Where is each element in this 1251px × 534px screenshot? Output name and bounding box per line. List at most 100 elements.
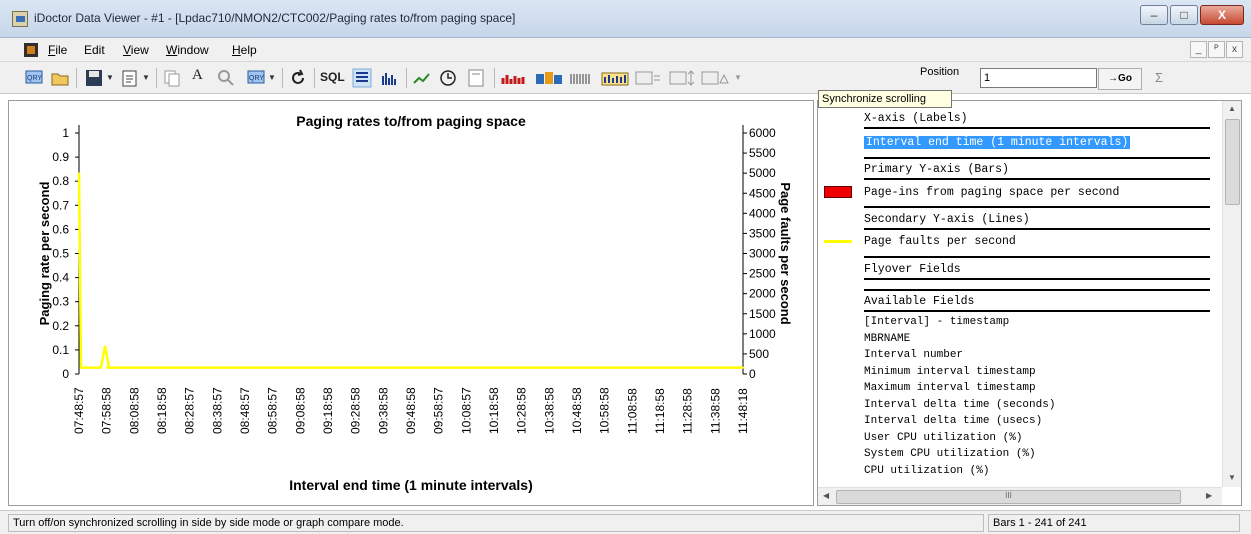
x-tick-label: 08:08:58 (127, 387, 141, 434)
available-field-item[interactable]: Interval number (864, 349, 963, 361)
line-point (603, 366, 606, 369)
save-icon[interactable] (84, 68, 104, 88)
status-message: Turn off/on synchronized scrolling in si… (8, 514, 984, 532)
details-icon[interactable] (466, 68, 486, 88)
x-tick-label: 09:48:58 (404, 387, 418, 434)
query-edit-icon[interactable]: QRY (246, 68, 266, 88)
available-field-item[interactable]: User CPU utilization (%) (864, 432, 1022, 444)
menu-edit[interactable]: Edit (84, 43, 105, 57)
y2-tick-label: 3000 (749, 247, 776, 261)
thin-bar-icon[interactable] (568, 68, 596, 88)
menu-file[interactable]: File (48, 43, 67, 57)
mdi-close-button[interactable]: x (1226, 41, 1243, 58)
x-tick-label: 08:38:57 (210, 387, 224, 434)
copy-icon[interactable] (162, 68, 182, 88)
xaxis-field[interactable]: Interval end time (1 minute intervals) (864, 136, 1131, 149)
sync-scroll-icon[interactable] (668, 68, 698, 88)
available-field-item[interactable]: Maximum interval timestamp (864, 382, 1036, 394)
query-icon[interactable]: QRY (24, 68, 44, 88)
line-point (188, 366, 191, 369)
delta-graph-icon[interactable] (700, 68, 730, 88)
clock-icon[interactable] (438, 68, 458, 88)
y2-tick-label: 2500 (749, 267, 776, 281)
scroll-up-icon[interactable]: ▲ (1228, 104, 1236, 113)
x-tick-label: 08:28:57 (183, 387, 197, 434)
y-tick-label: 0.3 (52, 295, 69, 309)
sum-button[interactable]: Σ (1144, 68, 1174, 90)
y2-tick-label: 4000 (749, 206, 776, 220)
x-tick-label: 08:58:57 (266, 387, 280, 434)
menu-view[interactable]: View (123, 43, 149, 57)
save-dropdown-icon[interactable]: ▼ (106, 73, 114, 82)
go-button[interactable]: →Go (1098, 68, 1142, 90)
multi-bar-icon[interactable] (600, 68, 630, 88)
secondary-axis-header: Secondary Y-axis (Lines) (864, 213, 1030, 226)
close-button[interactable]: X (1200, 5, 1244, 25)
graph-view-icon[interactable] (380, 68, 400, 88)
properties-icon[interactable] (120, 68, 140, 88)
available-field-item[interactable]: Interval delta time (usecs) (864, 415, 1042, 427)
scroll-thumb[interactable] (1225, 119, 1240, 205)
y-tick-label: 0 (62, 367, 69, 381)
line-point (410, 366, 412, 369)
scroll-down-icon[interactable]: ▼ (1228, 473, 1236, 482)
scroll-right-icon[interactable]: ▶ (1206, 491, 1212, 500)
scroll-left-icon[interactable]: ◀ (823, 491, 829, 500)
color-bar-icon[interactable] (534, 68, 564, 88)
available-field-item[interactable]: Minimum interval timestamp (864, 366, 1036, 378)
properties-dropdown-icon[interactable]: ▼ (142, 73, 150, 82)
menu-help[interactable]: Help (232, 43, 257, 57)
query-dropdown-icon[interactable]: ▼ (268, 73, 276, 82)
font-button[interactable]: A (192, 67, 203, 84)
refresh-icon[interactable] (288, 68, 308, 88)
mdi-restore-button[interactable]: ᴾ (1208, 41, 1225, 58)
x-tick-label: 10:58:58 (598, 387, 612, 434)
line-point (244, 366, 246, 369)
available-field-item[interactable]: System CPU utilization (%) (864, 448, 1036, 460)
delta-dropdown-icon[interactable]: ▼ (734, 73, 742, 82)
line-point (271, 366, 274, 369)
line-point (576, 366, 578, 369)
mdi-minimize-button[interactable]: _ (1190, 41, 1207, 58)
available-field-item[interactable]: Interval delta time (seconds) (864, 399, 1055, 411)
menu-window[interactable]: Window (166, 43, 209, 57)
chart-pane: Paging rates to/from paging space 1 0.9 0.8… (8, 100, 814, 506)
tooltip: Synchronize scrolling (818, 90, 952, 108)
line-graph-icon[interactable] (412, 68, 432, 88)
y2-tick-label: 500 (749, 347, 769, 361)
x-tick-label: 10:08:57 (459, 387, 473, 434)
y2-tick-label: 0 (749, 367, 756, 381)
sync-graph-icon[interactable] (634, 68, 664, 88)
line-point (216, 366, 219, 369)
horizontal-scrollbar[interactable]: ◀ III ▶ (818, 487, 1222, 505)
svg-text:QRY: QRY (27, 75, 42, 82)
primary-axis-field[interactable]: Page-ins from paging space per second (864, 186, 1119, 199)
divider (864, 289, 1210, 291)
available-field-item[interactable]: [Interval] - timestamp (864, 316, 1009, 328)
position-input[interactable]: 1 (980, 68, 1097, 88)
find-icon[interactable] (216, 68, 236, 88)
available-field-item[interactable]: CPU utilization (%) (864, 465, 989, 477)
sql-button[interactable]: SQL (320, 70, 345, 84)
available-field-item[interactable]: MBRNAME (864, 333, 910, 345)
hscroll-thumb[interactable]: III (836, 490, 1181, 504)
table-view-icon[interactable] (352, 68, 372, 88)
y-tick-label: 1 (62, 126, 69, 140)
stacked-bar-icon[interactable] (500, 68, 530, 88)
bar-color-swatch (824, 186, 852, 198)
maximize-button[interactable]: □ (1170, 5, 1198, 25)
secondary-axis-field[interactable]: Page faults per second (864, 235, 1016, 248)
divider (864, 157, 1210, 159)
document-icon[interactable] (24, 43, 38, 57)
x-tick-label: 10:18:58 (487, 387, 501, 434)
line-point (714, 366, 717, 369)
vertical-scrollbar[interactable]: ▲ ▼ (1222, 101, 1241, 487)
x-tick-label: 09:18:58 (321, 387, 335, 434)
y2-tick-label: 3500 (749, 226, 776, 240)
line-point (493, 366, 495, 369)
line-color-swatch (824, 240, 852, 243)
open-folder-icon[interactable] (50, 68, 70, 88)
status-bar-count: Bars 1 - 241 of 241 (988, 514, 1240, 532)
minimize-button[interactable]: – (1140, 5, 1168, 25)
primary-axis-header: Primary Y-axis (Bars) (864, 163, 1009, 176)
